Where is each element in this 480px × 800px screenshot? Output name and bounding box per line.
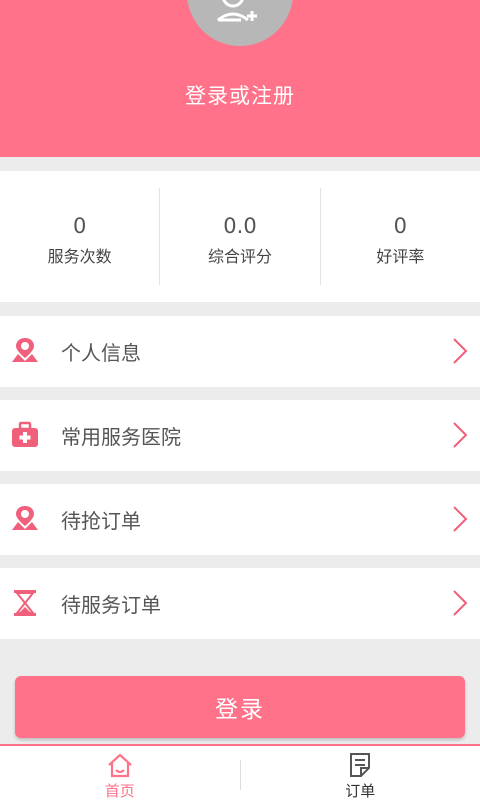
stat-service-count: 0 服务次数 — [0, 171, 159, 302]
chevron-right-icon — [453, 506, 468, 532]
hourglass-icon — [14, 590, 36, 616]
menu-item-label: 常用服务医院 — [61, 425, 181, 449]
login-button[interactable]: 登录 — [15, 676, 465, 738]
menu-item-label: 个人信息 — [61, 341, 141, 365]
stat-value: 0 — [72, 214, 87, 238]
chevron-right-icon — [453, 422, 468, 448]
add-user-icon — [217, 0, 257, 22]
profile-header: 登录或注册 — [0, 0, 480, 157]
stat-value: 0 — [393, 214, 407, 238]
menu-item-pending-grab-orders[interactable]: 待抢订单 — [0, 484, 480, 555]
home-icon — [108, 753, 132, 778]
login-register-link[interactable]: 登录或注册 — [0, 80, 480, 110]
bottom-tab-bar: 首页 订单 — [0, 744, 480, 800]
avatar[interactable] — [187, 0, 293, 46]
stat-positive-rate: 0 好评率 — [321, 171, 480, 302]
location-person-icon — [12, 338, 38, 362]
chevron-right-icon — [453, 590, 468, 616]
stat-label: 综合评分 — [207, 247, 272, 266]
menu-item-personal-info[interactable]: 个人信息 — [0, 316, 480, 387]
order-icon — [350, 753, 371, 777]
stat-value: 0.0 — [223, 214, 257, 238]
menu-item-label: 待抢订单 — [61, 509, 141, 533]
tab-orders[interactable]: 订单 — [241, 746, 480, 800]
stat-label: 好评率 — [376, 247, 425, 266]
location-person-icon — [12, 506, 38, 530]
menu-item-hospitals[interactable]: 常用服务医院 — [0, 400, 480, 471]
tab-home[interactable]: 首页 — [0, 746, 240, 800]
menu-item-pending-service-orders[interactable]: 待服务订单 — [0, 568, 480, 639]
medical-kit-icon — [12, 421, 38, 447]
stat-label: 服务次数 — [47, 247, 112, 266]
menu-item-label: 待服务订单 — [61, 593, 161, 617]
stat-overall-rating: 0.0 综合评分 — [160, 171, 319, 302]
stats-panel: 0 服务次数 0.0 综合评分 0 好评率 — [0, 171, 480, 302]
tab-label: 首页 — [104, 782, 135, 800]
chevron-right-icon — [453, 338, 468, 364]
tab-label: 订单 — [345, 782, 376, 800]
